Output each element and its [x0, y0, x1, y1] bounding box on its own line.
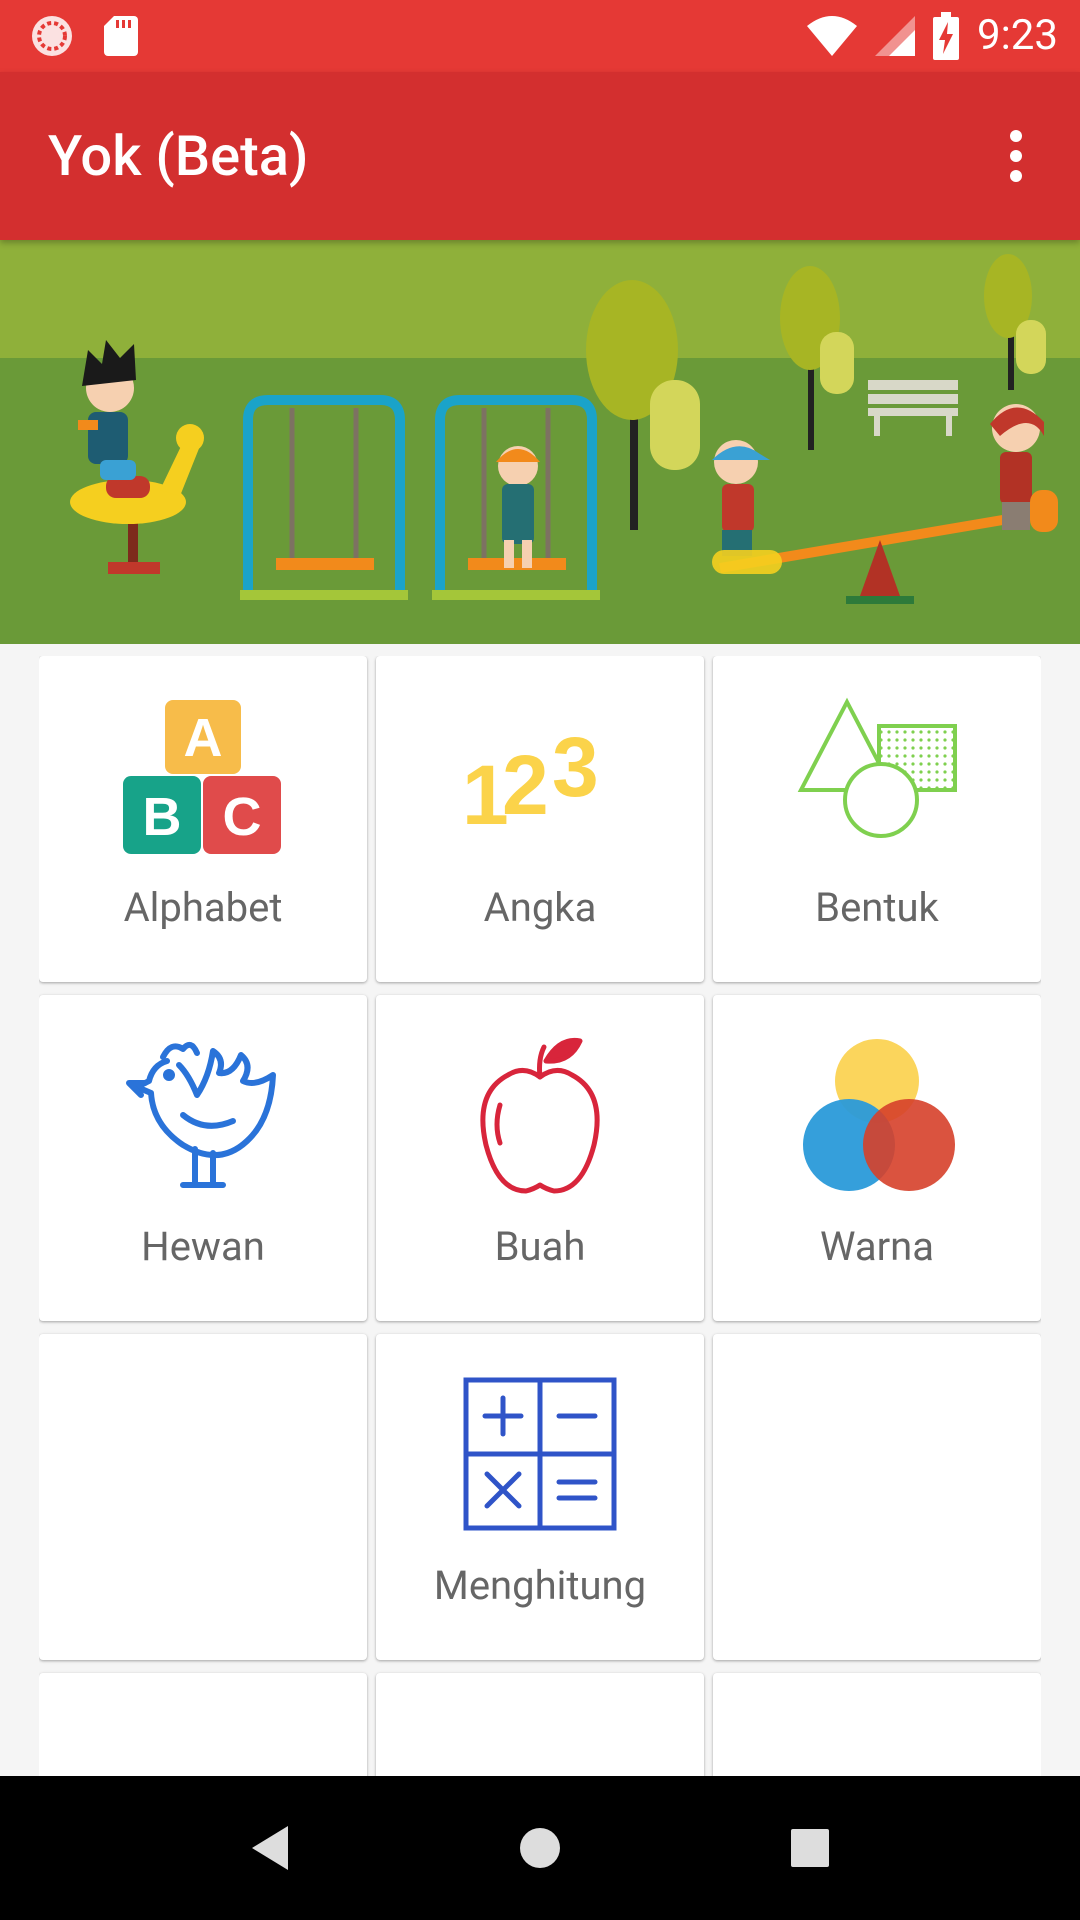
recents-icon[interactable] — [774, 1812, 846, 1884]
menu-card-label: Warna — [819, 1223, 934, 1270]
home-icon[interactable] — [504, 1812, 576, 1884]
menu-card-bentuk[interactable]: Bentuk — [713, 656, 1041, 982]
system-nav-bar — [0, 1776, 1080, 1920]
menu-card-partial[interactable] — [39, 1673, 367, 1776]
status-time: 9:23 — [977, 11, 1058, 60]
app-bar: Yok (Beta) — [0, 72, 1080, 240]
status-bar: 9:23 — [0, 0, 1080, 72]
menu-card-partial[interactable] — [376, 1673, 704, 1776]
menu-card-buah[interactable]: Buah — [376, 995, 704, 1321]
app-title: Yok (Beta) — [48, 123, 309, 189]
wifi-icon — [807, 16, 857, 56]
menu-card-alphabet[interactable]: A B C Alphabet — [39, 656, 367, 982]
numbers-123-icon: 1 2 3 — [462, 720, 599, 842]
svg-text:B: B — [143, 787, 182, 847]
menu-card-menghitung[interactable]: Menghitung — [376, 1334, 704, 1660]
menu-card-label: Hewan — [141, 1223, 265, 1270]
sd-card-icon — [104, 16, 138, 56]
playground-illustration — [0, 240, 1080, 644]
more-options-button[interactable] — [976, 116, 1056, 196]
menu-card-label: Angka — [483, 884, 597, 931]
shapes-icon — [797, 697, 957, 838]
back-icon[interactable] — [234, 1812, 306, 1884]
menu-card-label: Alphabet — [123, 884, 283, 931]
rooster-icon — [126, 1041, 276, 1188]
menu-card-label: Buah — [494, 1223, 586, 1270]
math-operators-icon — [463, 1377, 617, 1531]
menu-card-label: Bentuk — [815, 884, 939, 931]
svg-text:2: 2 — [502, 738, 549, 832]
menu-card-empty[interactable] — [713, 1334, 1041, 1660]
battery-charging-icon — [933, 12, 959, 60]
svg-text:A: A — [184, 708, 223, 768]
banner-image — [0, 240, 1080, 644]
menu-card-hewan[interactable]: Hewan — [39, 995, 367, 1321]
svg-text:C: C — [223, 787, 262, 847]
menu-card-label: Menghitung — [433, 1562, 647, 1609]
menu-card-empty[interactable] — [39, 1334, 367, 1660]
apple-icon — [480, 1037, 600, 1194]
signal-icon — [875, 16, 915, 56]
loading-indicator-icon — [32, 16, 72, 56]
menu-card-partial[interactable] — [713, 1673, 1041, 1776]
abc-blocks-icon: A B C — [123, 700, 281, 854]
menu-card-angka[interactable]: 1 2 3 Angka — [376, 656, 704, 982]
svg-text:3: 3 — [552, 720, 599, 814]
menu-card-warna[interactable]: Warna — [713, 995, 1041, 1321]
color-circles-icon — [803, 1039, 955, 1191]
menu-grid: A B C Alphabet 1 2 3 Angka Bentuk Hewan … — [39, 656, 1041, 1776]
more-vert-icon — [1010, 130, 1022, 142]
